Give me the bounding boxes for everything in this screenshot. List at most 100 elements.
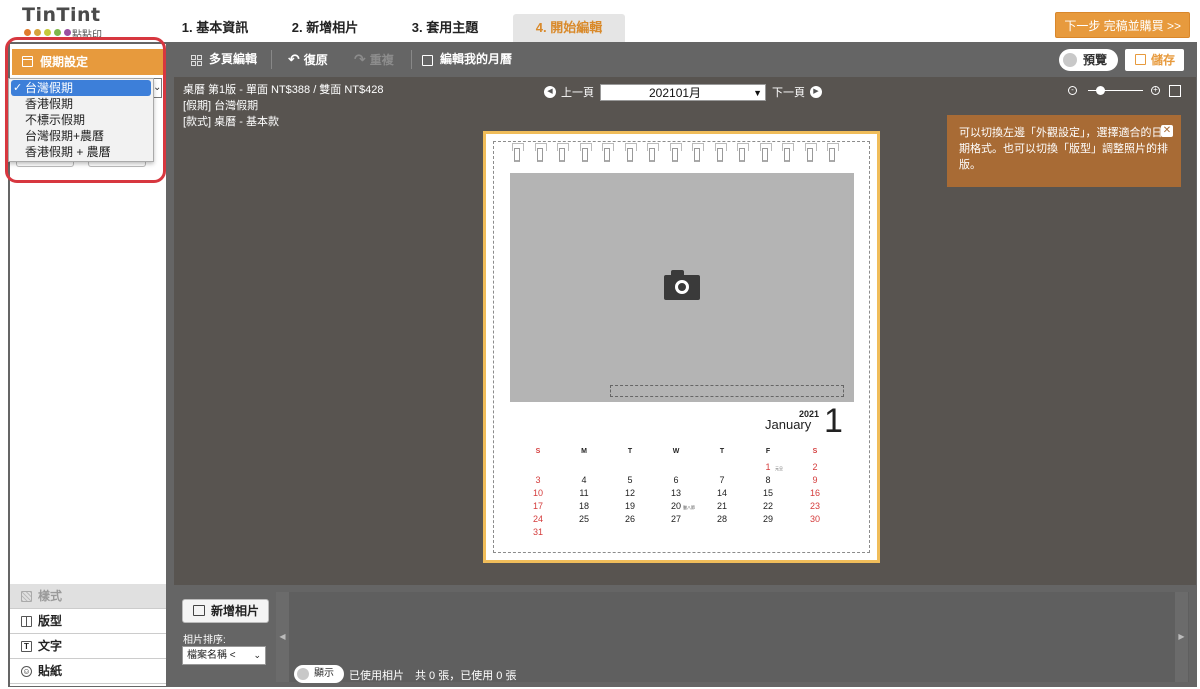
help-tooltip: 可以切換左邊「外觀設定」，選擇適合的日期格式。也可以切換「版型」調整照片的排版。… [947, 115, 1181, 187]
redo-button[interactable]: ↷ 重複 [354, 44, 394, 75]
binding-ring [602, 143, 614, 162]
edit-my-months-button[interactable]: 編輯我的月曆 [440, 44, 512, 75]
holiday-option-taiwan[interactable]: ✓ 台灣假期 [11, 80, 151, 96]
prev-page-link[interactable]: 上一頁 [561, 84, 594, 100]
zoom-out-icon[interactable]: - [1068, 86, 1077, 95]
month-value: 202101月 [649, 85, 702, 100]
fullscreen-icon[interactable] [1169, 85, 1181, 97]
calendar-day: 7 [719, 475, 725, 485]
prev-arrow-icon[interactable]: ◀ [544, 86, 556, 98]
logo-dot [34, 29, 41, 36]
info-line: 桌曆 第1版 - 單面 NT$388 / 雙面 NT$428 [183, 84, 384, 96]
check-icon: ✓ [13, 82, 23, 94]
calendar-day: 15 [762, 488, 773, 498]
undo-label: 復原 [303, 53, 328, 67]
calendar-day: 6 [673, 475, 679, 485]
strip-right-arrow-icon[interactable]: ▶ [1175, 592, 1188, 682]
camera-lens [675, 280, 689, 294]
style-icon [21, 591, 32, 602]
text-icon: T [21, 641, 32, 652]
used-photos-status: 已使用相片 共 0 張，已使用 0 張 [349, 670, 517, 682]
calendar-day: 9 [812, 475, 818, 485]
holiday-option-taiwan-lunar[interactable]: 台灣假期+農曆 [9, 128, 153, 144]
step-tabs: 1. 基本資訊 2. 新增相片 3. 套用主題 4. 開始編輯 [165, 14, 625, 42]
calendar-month-number: 1 [824, 402, 843, 440]
next-arrow-icon[interactable]: ▶ [810, 86, 822, 98]
binding-rings [512, 142, 839, 164]
top-header: TinTint 點點印 1. 基本資訊 2. 新增相片 3. 套用主題 4. 開… [0, 0, 1200, 42]
add-photo-button[interactable]: 新增相片 [182, 599, 269, 623]
calendar-day: 4 [581, 475, 587, 485]
side-tab-text[interactable]: T 文字 [10, 634, 166, 659]
side-tab-sticker[interactable]: ☺ 貼紙 [10, 659, 166, 684]
calendar-day: 3 [535, 475, 541, 485]
strip-left-arrow-icon[interactable]: ◀ [276, 592, 289, 682]
calendar-day: 8 [765, 475, 771, 485]
save-icon [1135, 54, 1146, 65]
step-basic-info[interactable]: 1. 基本資訊 [165, 14, 265, 42]
holiday-option-hongkong-lunar[interactable]: 香港假期 + 農曆 [9, 144, 153, 160]
undo-button[interactable]: ↶ 復原 [288, 44, 328, 75]
option-label: 台灣假期 [25, 81, 74, 95]
tintint-logo[interactable]: TinTint 點點印 [22, 4, 112, 41]
smiley-icon: ☺ [21, 666, 32, 677]
layout-icon [21, 616, 32, 627]
holiday-option-none[interactable]: 不標示假期 [9, 112, 153, 128]
caption-textbox[interactable] [610, 385, 844, 397]
preview-toggle[interactable]: 預覽 [1059, 49, 1118, 71]
side-tab-layout[interactable]: 版型 [10, 609, 166, 634]
redo-label: 重複 [369, 53, 394, 67]
chevron-down-icon: ⌄ [253, 650, 261, 660]
binding-ring [534, 143, 547, 162]
weekday-header: T [719, 448, 725, 455]
month-select[interactable]: 202101月 ▼ [600, 83, 766, 101]
sort-label: 相片排序: [183, 635, 226, 646]
binding-ring [804, 143, 817, 162]
show-label: 顯示 [314, 668, 334, 679]
logo-dot [64, 29, 71, 36]
weekday-header: S [812, 448, 818, 455]
binding-ring [692, 143, 704, 162]
calendar-day: 30 [809, 514, 820, 524]
binding-ring [557, 143, 569, 162]
calendar-month-name: January [765, 417, 812, 432]
holiday-settings-label: 假期設定 [40, 55, 89, 69]
weekday-header: S [535, 448, 541, 455]
holiday-select-caret[interactable]: ⌄ [153, 78, 162, 98]
binding-ring [647, 143, 659, 162]
next-page-link[interactable]: 下一頁 [772, 84, 805, 100]
sort-value: 檔案名稱 < [187, 650, 236, 661]
holiday-settings-header[interactable]: 假期設定 [12, 49, 166, 75]
close-icon[interactable]: ✕ [1161, 125, 1173, 137]
calendar-day: 12 [624, 488, 635, 498]
calendar-day: 22 [762, 501, 773, 511]
toolbar-divider [411, 50, 412, 69]
calendar-day: 31 [532, 527, 543, 537]
calendar-day: 25 [578, 514, 589, 524]
side-tab-style[interactable]: 樣式 [10, 584, 166, 609]
multipage-edit-button[interactable]: 多頁編輯 [209, 44, 257, 75]
day-note: 臘八節 [683, 505, 695, 510]
calendar-day: 24 [532, 514, 543, 524]
show-used-toggle[interactable]: 顯示 [294, 665, 344, 683]
holiday-dropdown[interactable]: ✓ 台灣假期 香港假期 不標示假期 台灣假期+農曆 香港假期 + 農曆 [8, 78, 154, 162]
sort-select[interactable]: 檔案名稱 < ⌄ [182, 646, 266, 665]
next-checkout-button[interactable]: 下一步 完稿並購買 >> [1055, 12, 1190, 38]
step-apply-theme[interactable]: 3. 套用主題 [385, 14, 505, 42]
binding-ring [512, 143, 524, 162]
step-add-photos[interactable]: 2. 新增相片 [265, 14, 385, 42]
logo-dots [24, 29, 71, 36]
toggle-knob [1063, 53, 1077, 67]
save-button[interactable]: 儲存 [1125, 49, 1184, 71]
calendar-day: 19 [624, 501, 635, 511]
zoom-slider-thumb[interactable] [1096, 86, 1105, 95]
side-tab-label: 樣式 [38, 589, 63, 603]
step-start-editing[interactable]: 4. 開始編輯 [513, 14, 625, 42]
holiday-option-hongkong[interactable]: 香港假期 [9, 96, 153, 112]
chevron-down-icon: ▼ [753, 87, 762, 98]
zoom-control: - + [1066, 84, 1184, 100]
binding-ring [624, 143, 637, 162]
zoom-in-icon[interactable]: + [1151, 86, 1160, 95]
logo-text: TinTint [22, 4, 101, 26]
product-info: 桌曆 第1版 - 單面 NT$388 / 雙面 NT$428 [假期] 台灣假期… [183, 82, 384, 130]
